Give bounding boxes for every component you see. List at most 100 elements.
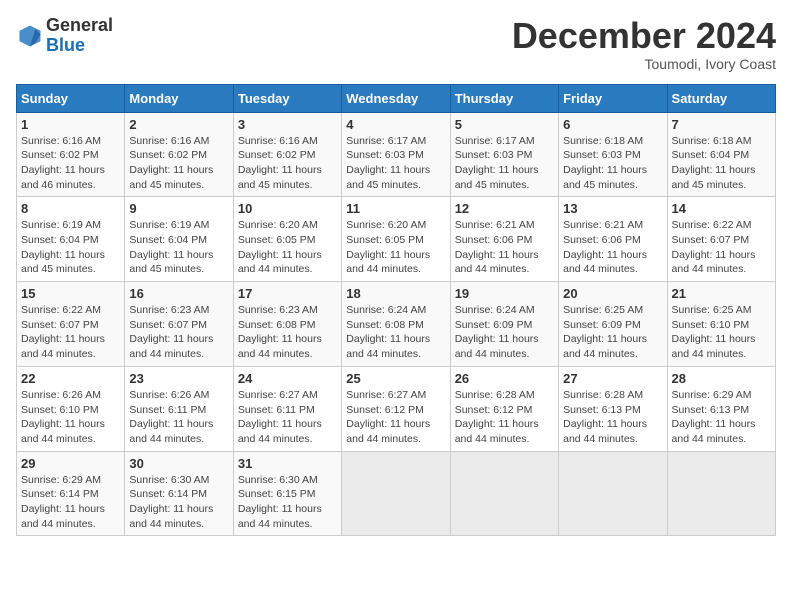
day-header-friday: Friday [559,84,667,112]
location-subtitle: Toumodi, Ivory Coast [512,56,776,72]
day-info: Sunrise: 6:29 AM Sunset: 6:13 PM Dayligh… [672,388,771,447]
day-info: Sunrise: 6:20 AM Sunset: 6:05 PM Dayligh… [346,218,445,277]
page-header: General Blue December 2024 Toumodi, Ivor… [16,16,776,72]
day-number: 22 [21,371,120,386]
day-header-saturday: Saturday [667,84,775,112]
calendar-header-row: SundayMondayTuesdayWednesdayThursdayFrid… [17,84,776,112]
day-info: Sunrise: 6:25 AM Sunset: 6:09 PM Dayligh… [563,303,662,362]
calendar-cell [559,451,667,536]
calendar-week-row: 1 Sunrise: 6:16 AM Sunset: 6:02 PM Daylig… [17,112,776,197]
day-number: 31 [238,456,337,471]
day-number: 13 [563,201,662,216]
day-number: 7 [672,117,771,132]
calendar-cell: 30Sunrise: 6:30 AM Sunset: 6:14 PM Dayli… [125,451,233,536]
title-block: December 2024 Toumodi, Ivory Coast [512,16,776,72]
day-info: Sunrise: 6:16 AM Sunset: 6:02 PM Dayligh… [21,134,120,193]
day-header-thursday: Thursday [450,84,558,112]
day-number: 20 [563,286,662,301]
day-number: 4 [346,117,445,132]
day-header-monday: Monday [125,84,233,112]
calendar-cell: 13 Sunrise: 6:21 AM Sunset: 6:06 PM Dayli… [559,197,667,282]
day-number: 15 [21,286,120,301]
day-number: 17 [238,286,337,301]
day-info: Sunrise: 6:22 AM Sunset: 6:07 PM Dayligh… [672,218,771,277]
day-number: 18 [346,286,445,301]
day-number: 12 [455,201,554,216]
day-number: 5 [455,117,554,132]
logo: General Blue [16,16,113,56]
calendar-week-row: 29 Sunrise: 6:29 AM Sunset: 6:14 PM Dayli… [17,451,776,536]
day-number: 25 [346,371,445,386]
calendar-cell [342,451,450,536]
calendar-week-row: 22 Sunrise: 6:26 AM Sunset: 6:10 PM Dayli… [17,366,776,451]
day-header-tuesday: Tuesday [233,84,341,112]
calendar-cell: 9Sunrise: 6:19 AM Sunset: 6:04 PM Daylig… [125,197,233,282]
day-info: Sunrise: 6:22 AM Sunset: 6:07 PM Dayligh… [21,303,120,362]
day-info: Sunrise: 6:28 AM Sunset: 6:12 PM Dayligh… [455,388,554,447]
day-info: Sunrise: 6:26 AM Sunset: 6:11 PM Dayligh… [129,388,228,447]
day-info: Sunrise: 6:27 AM Sunset: 6:11 PM Dayligh… [238,388,337,447]
calendar-cell: 22 Sunrise: 6:26 AM Sunset: 6:10 PM Dayli… [17,366,125,451]
calendar-cell: 20 Sunrise: 6:25 AM Sunset: 6:09 PM Dayli… [559,282,667,367]
calendar-cell: 12 Sunrise: 6:21 AM Sunset: 6:06 PM Dayli… [450,197,558,282]
day-info: Sunrise: 6:27 AM Sunset: 6:12 PM Dayligh… [346,388,445,447]
calendar-cell: 1 Sunrise: 6:16 AM Sunset: 6:02 PM Daylig… [17,112,125,197]
day-number: 26 [455,371,554,386]
calendar-cell: 24Sunrise: 6:27 AM Sunset: 6:11 PM Dayli… [233,366,341,451]
day-number: 1 [21,117,120,132]
day-number: 19 [455,286,554,301]
calendar-cell: 3Sunrise: 6:16 AM Sunset: 6:02 PM Daylig… [233,112,341,197]
day-info: Sunrise: 6:30 AM Sunset: 6:15 PM Dayligh… [238,473,337,532]
logo-general-text: General [46,15,113,35]
calendar-cell: 21 Sunrise: 6:25 AM Sunset: 6:10 PM Dayli… [667,282,775,367]
calendar-cell: 31 Sunrise: 6:30 AM Sunset: 6:15 PM Dayli… [233,451,341,536]
calendar-cell: 4 Sunrise: 6:17 AM Sunset: 6:03 PM Daylig… [342,112,450,197]
day-info: Sunrise: 6:24 AM Sunset: 6:09 PM Dayligh… [455,303,554,362]
calendar-cell: 6 Sunrise: 6:18 AM Sunset: 6:03 PM Daylig… [559,112,667,197]
day-number: 23 [129,371,228,386]
logo-icon [16,22,44,50]
calendar-table: SundayMondayTuesdayWednesdayThursdayFrid… [16,84,776,537]
calendar-cell: 16Sunrise: 6:23 AM Sunset: 6:07 PM Dayli… [125,282,233,367]
day-info: Sunrise: 6:21 AM Sunset: 6:06 PM Dayligh… [563,218,662,277]
day-number: 6 [563,117,662,132]
calendar-cell: 7 Sunrise: 6:18 AM Sunset: 6:04 PM Daylig… [667,112,775,197]
day-info: Sunrise: 6:28 AM Sunset: 6:13 PM Dayligh… [563,388,662,447]
day-info: Sunrise: 6:23 AM Sunset: 6:08 PM Dayligh… [238,303,337,362]
day-info: Sunrise: 6:26 AM Sunset: 6:10 PM Dayligh… [21,388,120,447]
day-number: 29 [21,456,120,471]
day-info: Sunrise: 6:19 AM Sunset: 6:04 PM Dayligh… [21,218,120,277]
calendar-cell: 11 Sunrise: 6:20 AM Sunset: 6:05 PM Dayli… [342,197,450,282]
calendar-cell: 10Sunrise: 6:20 AM Sunset: 6:05 PM Dayli… [233,197,341,282]
day-info: Sunrise: 6:17 AM Sunset: 6:03 PM Dayligh… [346,134,445,193]
calendar-cell: 8Sunrise: 6:19 AM Sunset: 6:04 PM Daylig… [17,197,125,282]
day-number: 21 [672,286,771,301]
day-number: 2 [129,117,228,132]
calendar-cell: 28Sunrise: 6:29 AM Sunset: 6:13 PM Dayli… [667,366,775,451]
day-info: Sunrise: 6:19 AM Sunset: 6:04 PM Dayligh… [129,218,228,277]
day-info: Sunrise: 6:25 AM Sunset: 6:10 PM Dayligh… [672,303,771,362]
day-number: 27 [563,371,662,386]
day-number: 11 [346,201,445,216]
day-number: 3 [238,117,337,132]
day-info: Sunrise: 6:17 AM Sunset: 6:03 PM Dayligh… [455,134,554,193]
day-header-wednesday: Wednesday [342,84,450,112]
calendar-week-row: 8Sunrise: 6:19 AM Sunset: 6:04 PM Daylig… [17,197,776,282]
day-info: Sunrise: 6:29 AM Sunset: 6:14 PM Dayligh… [21,473,120,532]
day-info: Sunrise: 6:18 AM Sunset: 6:03 PM Dayligh… [563,134,662,193]
calendar-week-row: 15 Sunrise: 6:22 AM Sunset: 6:07 PM Dayli… [17,282,776,367]
calendar-cell: 25 Sunrise: 6:27 AM Sunset: 6:12 PM Dayli… [342,366,450,451]
calendar-cell: 23 Sunrise: 6:26 AM Sunset: 6:11 PM Dayli… [125,366,233,451]
calendar-cell: 26 Sunrise: 6:28 AM Sunset: 6:12 PM Dayli… [450,366,558,451]
calendar-cell: 15 Sunrise: 6:22 AM Sunset: 6:07 PM Dayli… [17,282,125,367]
logo-blue-text: Blue [46,35,85,55]
day-number: 16 [129,286,228,301]
day-info: Sunrise: 6:18 AM Sunset: 6:04 PM Dayligh… [672,134,771,193]
calendar-cell: 19 Sunrise: 6:24 AM Sunset: 6:09 PM Dayli… [450,282,558,367]
calendar-cell: 29 Sunrise: 6:29 AM Sunset: 6:14 PM Dayli… [17,451,125,536]
calendar-cell: 5 Sunrise: 6:17 AM Sunset: 6:03 PM Daylig… [450,112,558,197]
calendar-cell: 27 Sunrise: 6:28 AM Sunset: 6:13 PM Dayli… [559,366,667,451]
day-info: Sunrise: 6:21 AM Sunset: 6:06 PM Dayligh… [455,218,554,277]
day-number: 30 [129,456,228,471]
calendar-cell: 17 Sunrise: 6:23 AM Sunset: 6:08 PM Dayli… [233,282,341,367]
